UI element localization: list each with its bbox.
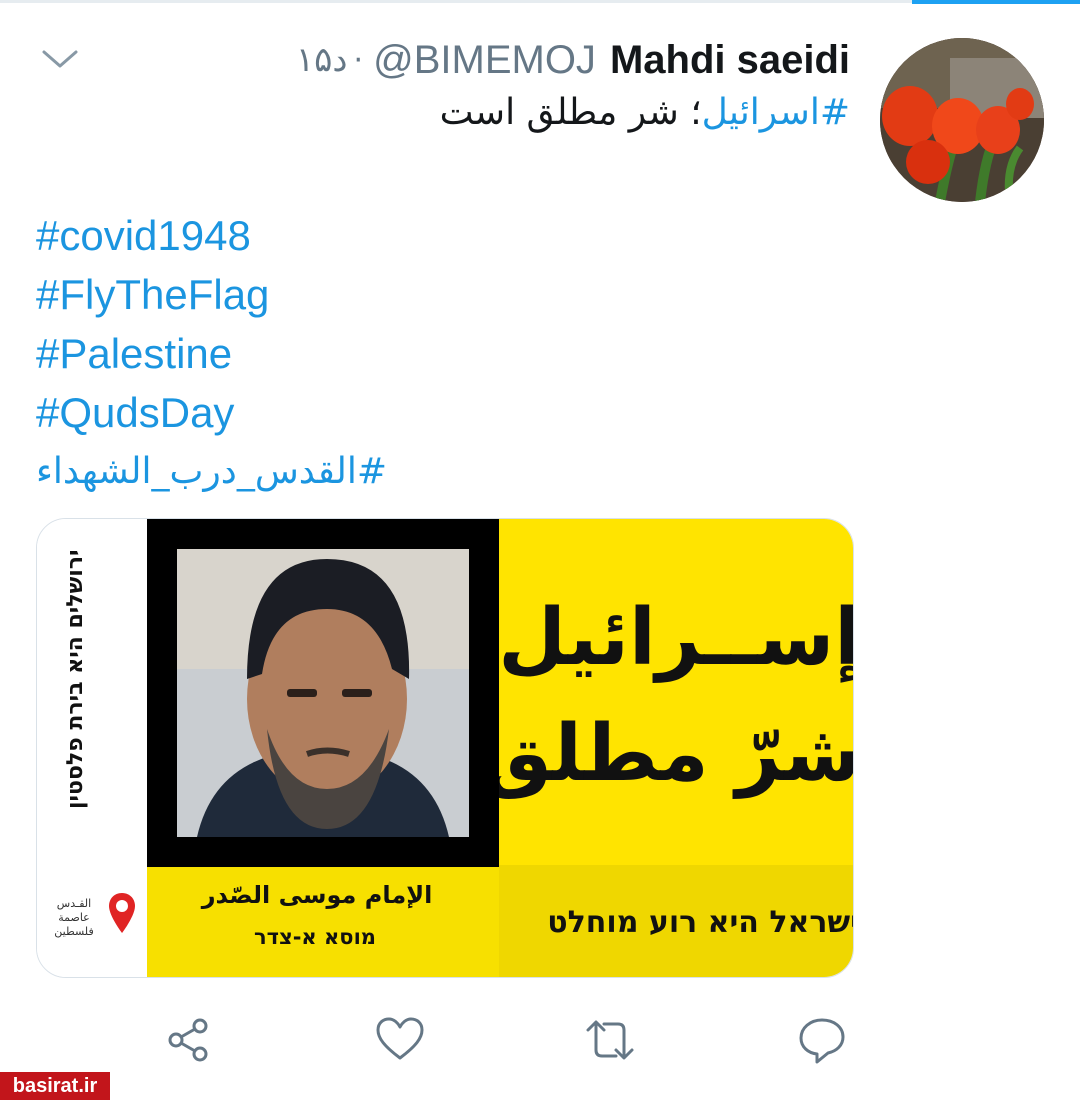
- headline-line-2: شرّ مطلق: [499, 709, 853, 799]
- poster-bottom-panel: ישראל היא רוע מוחלט: [499, 865, 853, 977]
- hashtag-link[interactable]: #FlyTheFlag: [36, 265, 836, 324]
- retweet-button[interactable]: [582, 1012, 638, 1068]
- bottom-hebrew-text: ישראל היא רוע מוחלט: [547, 905, 853, 940]
- share-button[interactable]: [160, 1012, 216, 1068]
- hashtag-link[interactable]: #QudsDay: [36, 383, 836, 442]
- vertical-hebrew-text: ירושלים היא בירת פלסטין: [63, 549, 88, 809]
- media-image[interactable]: ירושלים היא בירת פלסטין القـدس عاصمة فلس…: [36, 518, 854, 978]
- hashtag-link[interactable]: #Palestine: [36, 324, 836, 383]
- user-handle[interactable]: @BIMEMOJ: [373, 38, 596, 83]
- tweet-header: ۱۵د · @BIMEMOJ Mahdi saeidi: [296, 32, 850, 88]
- separator-dot: ·: [353, 42, 364, 78]
- watermark: basirat.ir: [0, 1072, 110, 1100]
- display-name[interactable]: Mahdi saeidi: [610, 38, 850, 83]
- like-button[interactable]: [372, 1012, 428, 1068]
- tweet-text-line: #اسرائیل؛ شر مطلق است: [440, 92, 850, 133]
- hashtag-list: #covid1948 #FlyTheFlag #Palestine #QudsD…: [36, 206, 836, 501]
- chevron-down-icon[interactable]: [40, 44, 80, 74]
- logo-line: القـدس: [56, 897, 92, 910]
- tweet-time: ۱۵د: [295, 40, 348, 80]
- logo-line: فلسطين: [54, 925, 94, 938]
- poster-side-strip: ירושלים היא בירת פלסטין القـدس عاصمة فلس…: [37, 519, 147, 977]
- hashtag-link[interactable]: #اسرائیل: [702, 92, 850, 133]
- caption-hebrew: מוסא א-צדר: [254, 925, 376, 949]
- reply-icon: [799, 1018, 845, 1064]
- headline-line-1: إســرائيل: [499, 593, 853, 683]
- hashtag-link[interactable]: #القدس_درب_الشهداء: [36, 442, 401, 501]
- poster-headline-panel: إســرائيل شرّ مطلق: [499, 519, 853, 865]
- hashtag-link[interactable]: #covid1948: [36, 206, 836, 265]
- portrait-photo: [177, 549, 469, 837]
- portrait-caption: الإمام موسى الصّدر מוסא א-צדר: [147, 867, 499, 977]
- logo-line: عاصمة: [58, 911, 90, 924]
- map-pin-icon: [109, 893, 135, 933]
- retweet-icon: [586, 1020, 634, 1060]
- avatar[interactable]: [880, 38, 1044, 202]
- logo-text: القـدس عاصمة فلسطين: [43, 897, 105, 939]
- tab-indicator: [912, 0, 1080, 4]
- caption-arabic: الإمام موسى الصّدر: [201, 881, 433, 909]
- heart-icon: [376, 1017, 424, 1060]
- tweet-text: ؛ شر مطلق است: [439, 92, 702, 133]
- share-icon: [168, 1018, 208, 1062]
- reply-button[interactable]: [794, 1012, 850, 1068]
